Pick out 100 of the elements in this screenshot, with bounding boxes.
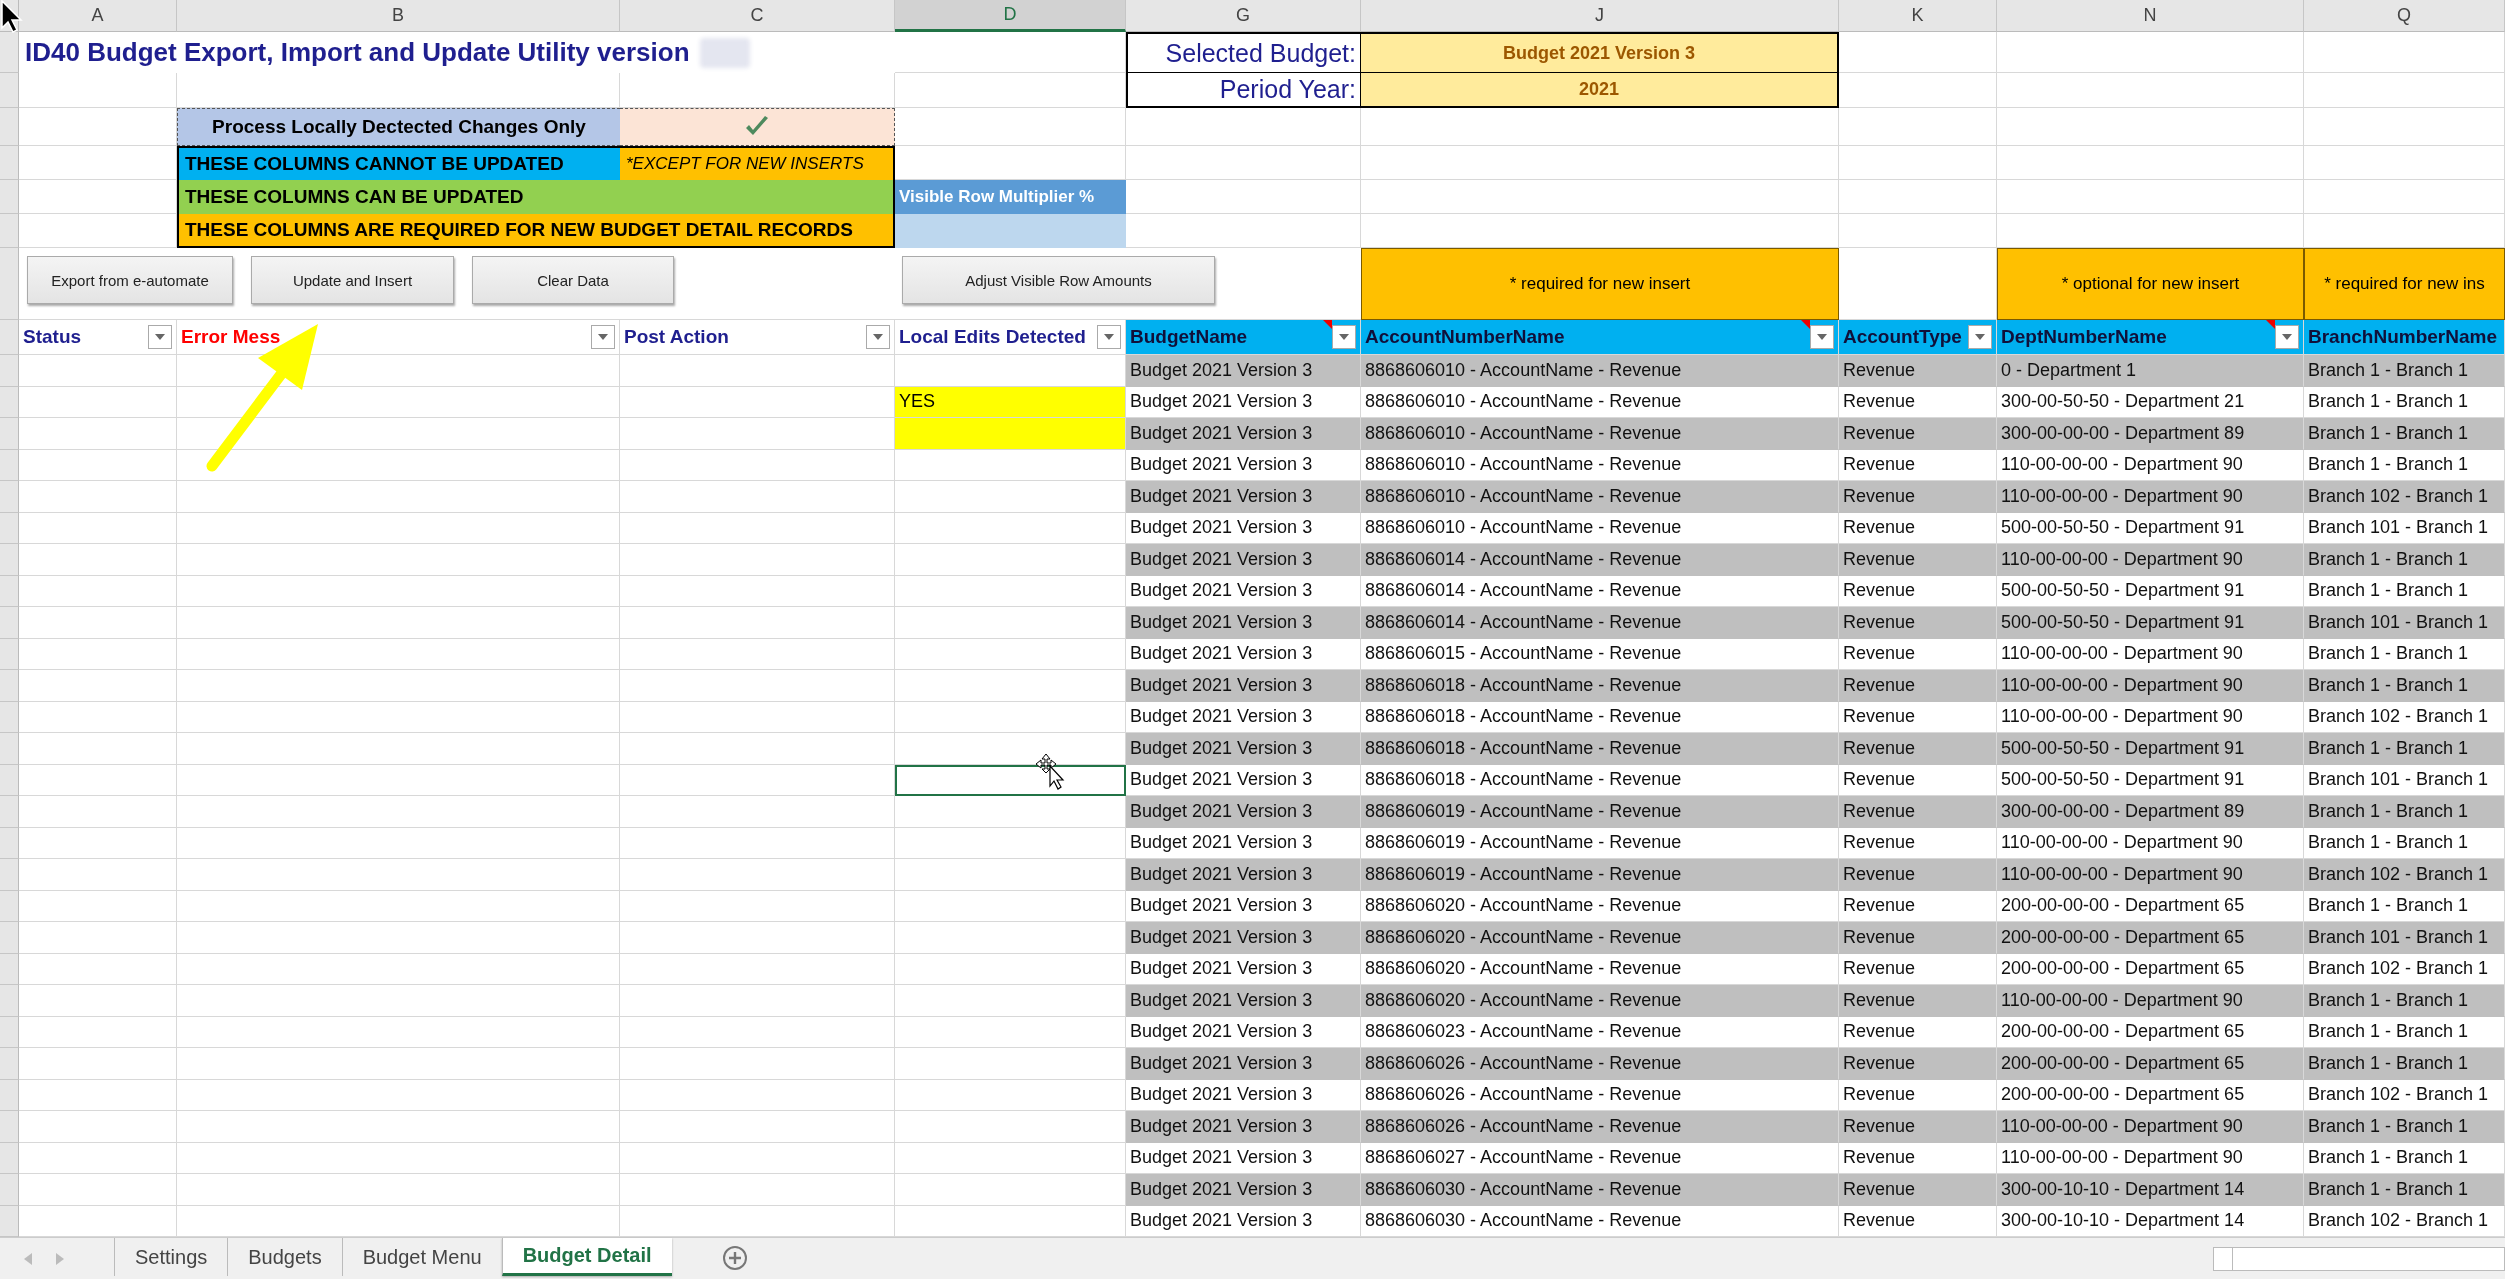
row-header[interactable]: [0, 1111, 19, 1143]
grid-cell[interactable]: [19, 146, 177, 180]
grid-cell[interactable]: [1361, 180, 1839, 214]
filter-dropdown[interactable]: [1332, 325, 1356, 349]
row-header[interactable]: [0, 180, 19, 214]
grid-cell[interactable]: [2304, 32, 2505, 73]
row-header[interactable]: [0, 32, 19, 73]
grid-cell[interactable]: [895, 73, 1126, 108]
filter-dropdown[interactable]: [591, 325, 615, 349]
row-header[interactable]: [0, 733, 19, 765]
table-cell[interactable]: YES: [895, 386, 1126, 418]
grid-cell[interactable]: [1997, 108, 2304, 146]
sheet-tab[interactable]: Budgets: [227, 1238, 342, 1276]
row-header[interactable]: [0, 827, 19, 859]
grid-cell[interactable]: [19, 180, 177, 214]
grid-cell[interactable]: [1126, 146, 1361, 180]
row-header[interactable]: [0, 248, 19, 320]
row-header[interactable]: [0, 859, 19, 891]
macro-button[interactable]: Update and Insert: [251, 256, 454, 304]
sheet-tab[interactable]: Budget Detail: [501, 1238, 672, 1276]
scroll-left-icon[interactable]: [24, 1253, 32, 1265]
row-header[interactable]: [0, 985, 19, 1017]
filter-dropdown[interactable]: [2275, 325, 2299, 349]
row-header[interactable]: [0, 607, 19, 639]
period-year-value[interactable]: 2021: [1361, 73, 1839, 108]
column-header[interactable]: K: [1839, 0, 1997, 32]
row-header[interactable]: [0, 701, 19, 733]
grid-cell[interactable]: [1997, 214, 2304, 248]
grid-cell[interactable]: [1839, 73, 1997, 108]
selected-budget-value[interactable]: Budget 2021 Version 3: [1361, 32, 1839, 73]
grid-cell[interactable]: [1126, 108, 1361, 146]
grid-cell[interactable]: [895, 146, 1126, 180]
row-header[interactable]: [0, 544, 19, 576]
grid-cell[interactable]: [2304, 214, 2505, 248]
row-header[interactable]: [0, 73, 19, 108]
column-header[interactable]: A: [19, 0, 177, 32]
process-checkbox[interactable]: [620, 108, 895, 146]
grid-cell[interactable]: [1361, 214, 1839, 248]
grid-cell[interactable]: [620, 73, 895, 108]
row-header[interactable]: [0, 1079, 19, 1111]
row-header[interactable]: [0, 575, 19, 607]
column-header[interactable]: Q: [2304, 0, 2505, 32]
grid-cell[interactable]: [2304, 108, 2505, 146]
grid-cell[interactable]: [1839, 146, 1997, 180]
grid-cell[interactable]: [19, 73, 177, 108]
row-header[interactable]: [0, 638, 19, 670]
row-header[interactable]: [0, 512, 19, 544]
row-header[interactable]: [0, 386, 19, 418]
column-header[interactable]: J: [1361, 0, 1839, 32]
table-cell[interactable]: [895, 764, 1126, 796]
column-header[interactable]: N: [1997, 0, 2304, 32]
grid-cell[interactable]: [1997, 146, 2304, 180]
column-header[interactable]: C: [620, 0, 895, 32]
row-header[interactable]: [0, 214, 19, 248]
grid-cell[interactable]: [895, 108, 1126, 146]
grid-cell[interactable]: [1997, 73, 2304, 108]
row-header[interactable]: [0, 922, 19, 954]
row-header[interactable]: [0, 1205, 19, 1237]
column-header[interactable]: B: [177, 0, 620, 32]
row-header[interactable]: [0, 796, 19, 828]
row-header[interactable]: [0, 449, 19, 481]
grid-cell[interactable]: [2304, 73, 2505, 108]
grid-cell[interactable]: [19, 108, 177, 146]
macro-button[interactable]: Clear Data: [472, 256, 674, 304]
grid-cell[interactable]: [1997, 32, 2304, 73]
grid-cell[interactable]: [1361, 146, 1839, 180]
row-header[interactable]: [0, 481, 19, 513]
sheet-tab[interactable]: Settings: [114, 1238, 228, 1276]
filter-dropdown[interactable]: [148, 325, 172, 349]
column-header[interactable]: D: [895, 0, 1126, 32]
macro-button[interactable]: Adjust Visible Row Amounts: [902, 256, 1215, 304]
filter-dropdown[interactable]: [1097, 325, 1121, 349]
grid-cell[interactable]: [2304, 146, 2505, 180]
row-header[interactable]: [0, 1174, 19, 1206]
grid-cell[interactable]: [1839, 180, 1997, 214]
filter-dropdown[interactable]: [866, 325, 890, 349]
column-header[interactable]: G: [1126, 0, 1361, 32]
row-header[interactable]: [0, 355, 19, 387]
grid-cell[interactable]: [1839, 248, 1997, 320]
grid-cell[interactable]: [1839, 32, 1997, 73]
grid-cell[interactable]: [895, 32, 1126, 73]
scroll-right-icon[interactable]: [56, 1253, 64, 1265]
row-header[interactable]: [0, 1142, 19, 1174]
row-header[interactable]: [0, 108, 19, 146]
row-header[interactable]: [0, 764, 19, 796]
filter-dropdown[interactable]: [1968, 325, 1992, 349]
sheet-tab[interactable]: Budget Menu: [341, 1238, 502, 1276]
grid-cell[interactable]: [2304, 180, 2505, 214]
grid-cell[interactable]: [1361, 108, 1839, 146]
row-header[interactable]: [0, 418, 19, 450]
row-header[interactable]: [0, 890, 19, 922]
grid-cell[interactable]: [19, 214, 177, 248]
row-header[interactable]: [0, 1048, 19, 1080]
grid-cell[interactable]: [1126, 180, 1361, 214]
grid-cell[interactable]: [1839, 108, 1997, 146]
horizontal-scrollbar[interactable]: [2213, 1247, 2505, 1271]
row-header[interactable]: [0, 953, 19, 985]
macro-button[interactable]: Export from e-automate: [27, 256, 233, 304]
grid-cell[interactable]: [1839, 214, 1997, 248]
row-header[interactable]: [0, 670, 19, 702]
